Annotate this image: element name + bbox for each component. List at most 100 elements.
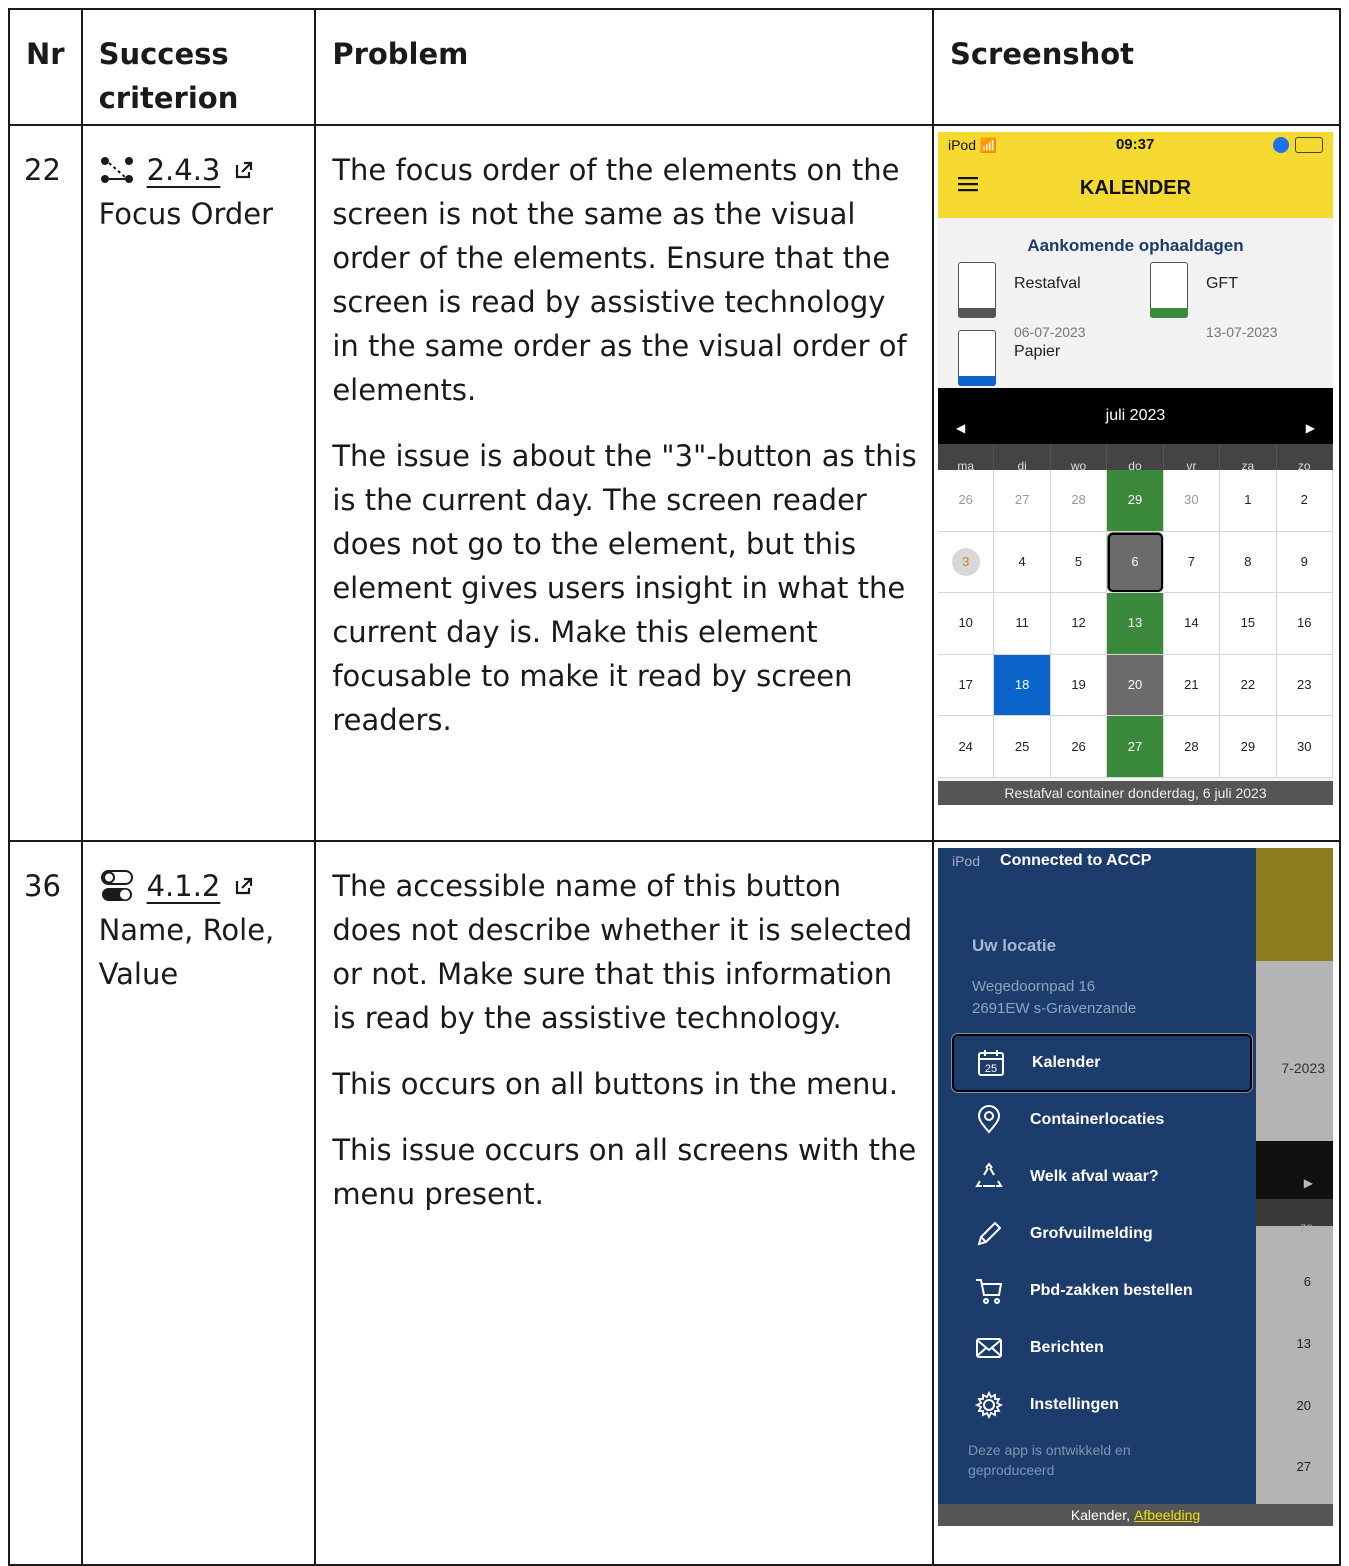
month-label: juli 2023: [1105, 407, 1166, 424]
header-criterion: Success criterion: [80, 8, 317, 126]
calendar-day[interactable]: 18: [994, 654, 1051, 717]
calendar-day[interactable]: 7: [1163, 531, 1221, 594]
problem-paragraph: The issue is about the "3"-button as thi…: [332, 439, 917, 737]
header-screenshot: Screenshot: [931, 8, 1342, 126]
calendar-day[interactable]: 29: [1220, 716, 1277, 778]
calendar-day[interactable]: 30: [1163, 470, 1221, 532]
side-menu-drawer: iPod Connected to ACCP Uw locatie Wegedo…: [937, 848, 1256, 1526]
calendar-day[interactable]: 17: [937, 654, 995, 717]
paper-waste-icon: [957, 330, 996, 386]
menu-item-instellingen[interactable]: Instellingen: [952, 1376, 1252, 1434]
menu-item-pbd-zakken-bestellen[interactable]: Pbd-zakken bestellen: [952, 1262, 1252, 1320]
accessibility-caption: Kalender, Afbeelding: [937, 1504, 1333, 1526]
calendar-day[interactable]: 2: [1276, 470, 1333, 532]
calendar-day[interactable]: 6: [1107, 531, 1164, 594]
calendar-day[interactable]: 3: [937, 531, 995, 594]
criterion-name: Focus Order: [98, 197, 274, 231]
focus-order-icon: [100, 157, 133, 183]
calendar-day[interactable]: 8: [1220, 531, 1277, 594]
recycle-icon: [975, 1162, 1003, 1187]
header-nr: Nr: [8, 8, 83, 126]
location-block: Uw locatie Wegedoornpad 16 2691EW s-Grav…: [972, 924, 1136, 1020]
background-day: 13: [1296, 1336, 1311, 1351]
menu-item-berichten[interactable]: Berichten: [952, 1319, 1252, 1377]
organic-waste-icon: [1149, 262, 1188, 318]
menu-item-grofvuilmelding[interactable]: Grofvuilmelding: [952, 1205, 1252, 1263]
waste-bin-icon: [957, 262, 996, 318]
table-row: 36 4.1.2 Name, Role, Value The accessibl…: [8, 840, 1342, 1566]
wifi-icon: 📶: [979, 137, 998, 153]
menu-item-kalender[interactable]: 25 Kalender: [950, 1033, 1253, 1093]
calendar-day[interactable]: 4: [994, 531, 1051, 594]
location-pin-icon: [977, 1105, 1000, 1134]
calendar-day[interactable]: 24: [937, 716, 995, 778]
gear-icon: [974, 1390, 1003, 1420]
background-text: 7-2023: [1281, 1060, 1325, 1076]
calendar-day[interactable]: 14: [1163, 593, 1221, 655]
hamburger-menu-icon[interactable]: [957, 176, 978, 192]
problem-paragraph: This issue occurs on all screens with th…: [332, 1133, 917, 1211]
battery-icon: [1272, 137, 1323, 153]
status-bar: iPod 📶 09:37: [937, 132, 1333, 158]
calendar-day[interactable]: 30: [1276, 716, 1333, 778]
background-day: 6: [1303, 1274, 1311, 1289]
calendar-day[interactable]: 28: [1050, 470, 1108, 532]
calendar-day[interactable]: 29: [1107, 470, 1164, 532]
external-link-icon: [236, 877, 253, 895]
calendar-day[interactable]: 15: [1220, 593, 1277, 655]
weekday-row: ma di wo do vr za zo: [937, 444, 1333, 488]
screenshot-cell: 7-2023 ▶ zo 6 13 20 27 3 iPod Connected …: [931, 840, 1342, 1566]
credit-text: Deze app is ontwikkeld en geproduceerd: [967, 1442, 1131, 1478]
row-number: 36: [8, 840, 83, 1566]
criterion-cell: 4.1.2 Name, Role, Value: [80, 840, 317, 1566]
table-row: 22 2.4.3 Focus Order The focus order of …: [8, 124, 1342, 842]
problem-cell: The accessible name of this button does …: [314, 840, 934, 1566]
calendar-day[interactable]: 16: [1276, 593, 1333, 655]
pickup-item[interactable]: GFT 13-07-2023: [1149, 262, 1278, 354]
criterion-cell: 2.4.3 Focus Order: [80, 124, 317, 842]
criterion-link[interactable]: 2.4.3: [147, 148, 221, 192]
toggle-icon: [100, 870, 133, 901]
calendar-day[interactable]: 25: [994, 716, 1051, 778]
status-text: Connected to ACCP: [1000, 852, 1152, 869]
today-marker: 3: [951, 547, 980, 576]
calendar-day[interactable]: 22: [1220, 654, 1277, 717]
menu-item-welk-afval-waar[interactable]: Welk afval waar?: [952, 1148, 1252, 1206]
calendar-day[interactable]: 20: [1107, 654, 1164, 717]
calendar-icon: 25: [977, 1050, 1004, 1076]
accessibility-caption: Restafval container donderdag, 6 juli 20…: [937, 781, 1333, 805]
calendar-day[interactable]: 12: [1050, 593, 1108, 655]
calendar-day[interactable]: 26: [1050, 716, 1108, 778]
calendar-day[interactable]: 10: [937, 593, 995, 655]
background-day: 27: [1296, 1459, 1311, 1474]
calendar-day[interactable]: 21: [1163, 654, 1221, 717]
carrier-label: iPod: [951, 853, 981, 869]
calendar-day[interactable]: 11: [994, 593, 1051, 655]
svg-text:25: 25: [985, 1063, 997, 1075]
problem-paragraph: The accessible name of this button does …: [332, 869, 913, 1035]
calendar-day[interactable]: 13: [1107, 593, 1164, 655]
pencil-icon: [977, 1221, 1002, 1246]
calendar-header: ◀ juli 2023 ▶: [937, 388, 1333, 444]
problem-paragraph: This occurs on all buttons in the menu.: [332, 1067, 899, 1101]
menu-item-containerlocaties[interactable]: Containerlocaties: [952, 1091, 1252, 1149]
envelope-icon: [975, 1338, 1002, 1358]
location-heading: Uw locatie: [971, 936, 1057, 955]
calendar-day[interactable]: 28: [1163, 716, 1221, 778]
calendar-day[interactable]: 9: [1276, 531, 1333, 594]
calendar-day[interactable]: 1: [1220, 470, 1277, 532]
status-bar: iPod Connected to ACCP: [938, 848, 1256, 874]
calendar-day[interactable]: 5: [1050, 531, 1108, 594]
screenshot-cell: iPod 📶 09:37 KALENDER Aankomende ophaald…: [931, 124, 1342, 842]
calendar-day[interactable]: 27: [994, 470, 1051, 532]
calendar-day[interactable]: 19: [1050, 654, 1108, 717]
criterion-link[interactable]: 4.1.2: [147, 864, 221, 908]
problem-paragraph: The focus order of the elements on the s…: [332, 153, 907, 407]
calendar-day[interactable]: 27: [1107, 716, 1164, 778]
calendar-day[interactable]: 26: [937, 470, 995, 532]
audit-table: Nr Success criterion Problem Screenshot …: [8, 8, 1342, 1566]
address-line: 2691EW s-Gravenzande: [971, 1000, 1137, 1017]
calendar-day[interactable]: 23: [1276, 654, 1333, 717]
external-link-icon: [236, 161, 253, 179]
caption-link[interactable]: Afbeelding: [1134, 1493, 1200, 1526]
